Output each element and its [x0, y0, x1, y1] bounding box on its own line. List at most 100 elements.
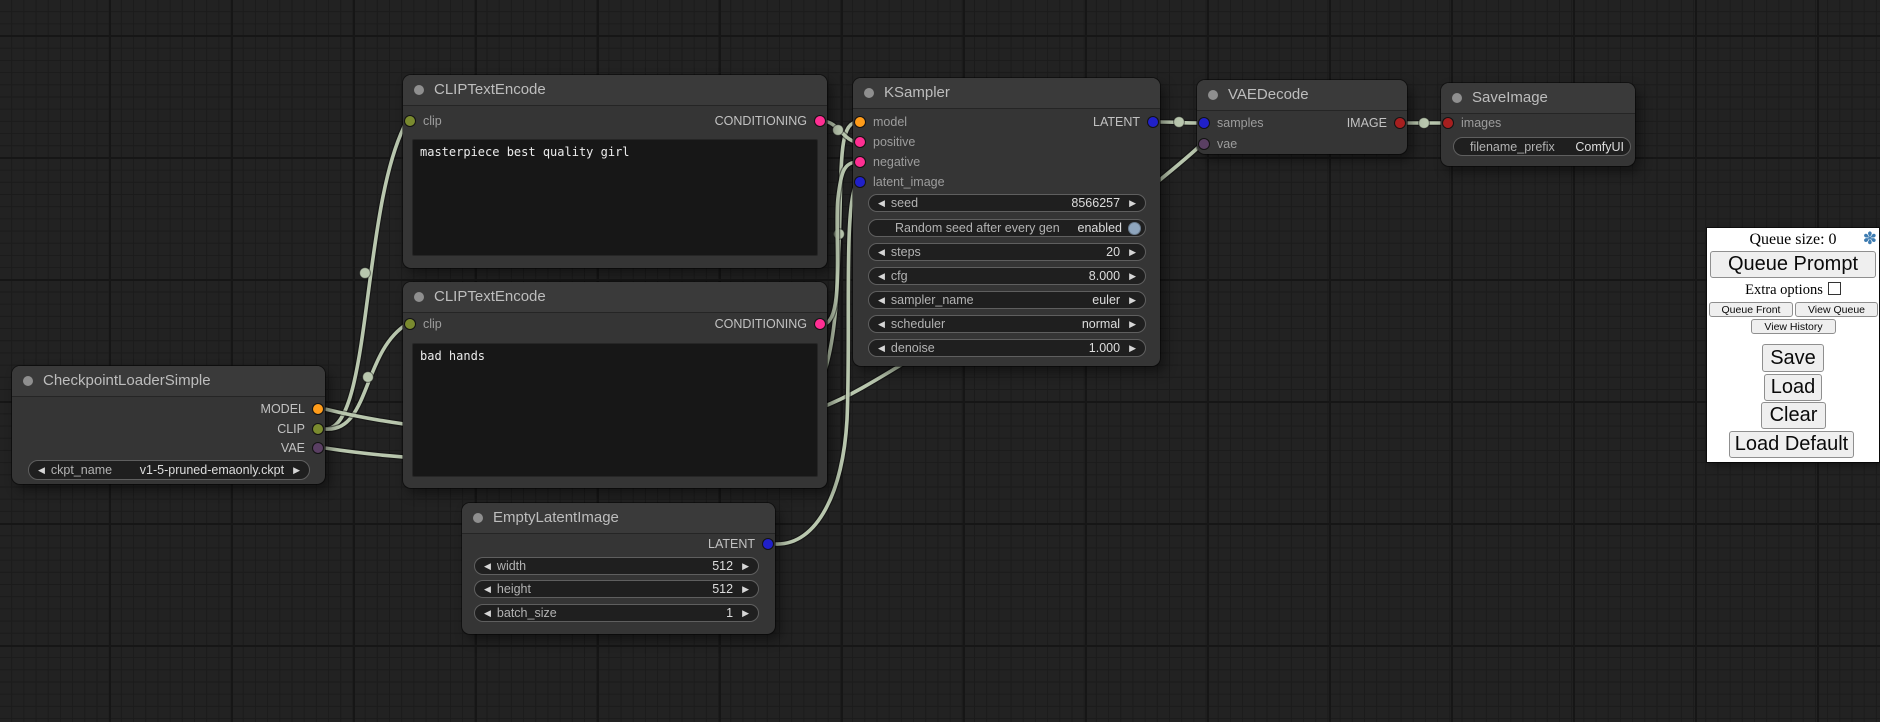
- node-ksampler[interactable]: KSamplermodelpositivenegativelatent_imag…: [853, 78, 1160, 366]
- input-port-label: model: [873, 115, 907, 129]
- input-port-clip: clip: [403, 113, 442, 129]
- node-header[interactable]: EmptyLatentImage: [462, 503, 775, 534]
- output-slot-dot-vae[interactable]: [313, 443, 323, 453]
- input-slot-dot-negative[interactable]: [855, 157, 865, 167]
- link-midpoint-dot[interactable]: [360, 268, 371, 279]
- increment-arrow-icon[interactable]: ▶: [739, 562, 752, 571]
- decrement-arrow-icon[interactable]: ◀: [875, 296, 888, 305]
- link-midpoint-dot[interactable]: [363, 372, 374, 383]
- input-slot-dot-latent_image[interactable]: [855, 177, 865, 187]
- increment-arrow-icon[interactable]: ▶: [290, 466, 303, 475]
- load-default-button[interactable]: Load Default: [1729, 431, 1854, 458]
- output-slot-dot-conditioning[interactable]: [815, 319, 825, 329]
- widget-seed[interactable]: ◀seed8566257▶: [868, 194, 1146, 212]
- node-title: CheckpointLoaderSimple: [43, 366, 211, 396]
- link-midpoint-dot[interactable]: [1419, 118, 1430, 129]
- input-slot-dot-positive[interactable]: [855, 137, 865, 147]
- output-slot-dot-latent[interactable]: [1148, 117, 1158, 127]
- widget-ckpt_name[interactable]: ◀ckpt_namev1-5-pruned-emaonly.ckpt▶: [28, 460, 310, 480]
- collapse-dot-icon[interactable]: [864, 88, 874, 98]
- collapse-dot-icon[interactable]: [414, 85, 424, 95]
- output-slot-dot-image[interactable]: [1395, 118, 1405, 128]
- widget-filename_prefix[interactable]: filename_prefixComfyUI: [1453, 137, 1631, 156]
- input-slot-dot-images[interactable]: [1443, 118, 1453, 128]
- node-save-image[interactable]: SaveImageimagesfilename_prefixComfyUI: [1441, 83, 1635, 166]
- input-port-label: latent_image: [873, 175, 945, 189]
- save-button[interactable]: Save: [1762, 344, 1824, 372]
- output-slot-dot-conditioning[interactable]: [815, 116, 825, 126]
- load-button[interactable]: Load: [1764, 374, 1822, 401]
- collapse-dot-icon[interactable]: [1452, 93, 1462, 103]
- node-header[interactable]: CLIPTextEncode: [403, 75, 827, 106]
- queue-front-button[interactable]: Queue Front: [1709, 302, 1793, 317]
- widget-scheduler[interactable]: ◀schedulernormal▶: [868, 315, 1146, 333]
- widget-denoise[interactable]: ◀denoise1.000▶: [868, 339, 1146, 357]
- decrement-arrow-icon[interactable]: ◀: [875, 344, 888, 353]
- output-port-image: IMAGE: [1347, 115, 1407, 131]
- settings-gear-icon[interactable]: ✽: [1863, 229, 1877, 249]
- increment-arrow-icon[interactable]: ▶: [1126, 248, 1139, 257]
- node-clip-text-encode-negative[interactable]: CLIPTextEncodeclipCONDITIONING: [403, 282, 827, 488]
- widget-width[interactable]: ◀width512▶: [474, 557, 759, 575]
- widget-value: 512: [712, 582, 733, 596]
- widget-value: ComfyUI: [1575, 140, 1624, 154]
- decrement-arrow-icon[interactable]: ◀: [875, 272, 888, 281]
- decrement-arrow-icon[interactable]: ◀: [875, 199, 888, 208]
- widget-batch_size[interactable]: ◀batch_size1▶: [474, 604, 759, 622]
- input-slot-dot-clip[interactable]: [405, 116, 415, 126]
- node-clip-text-encode-positive[interactable]: CLIPTextEncodeclipCONDITIONING: [403, 75, 827, 268]
- widget-value: 512: [712, 559, 733, 573]
- extra-options-checkbox[interactable]: [1828, 282, 1841, 295]
- view-history-button[interactable]: View History: [1751, 319, 1836, 334]
- increment-arrow-icon[interactable]: ▶: [739, 585, 752, 594]
- toggle-on-circle[interactable]: [1128, 222, 1141, 235]
- widget-label: seed: [891, 196, 918, 210]
- collapse-dot-icon[interactable]: [23, 376, 33, 386]
- graph-canvas[interactable]: CheckpointLoaderSimpleMODELCLIPVAE◀ckpt_…: [0, 0, 1880, 722]
- widget-sampler_name[interactable]: ◀sampler_nameeuler▶: [868, 291, 1146, 309]
- decrement-arrow-icon[interactable]: ◀: [481, 562, 494, 571]
- increment-arrow-icon[interactable]: ▶: [1126, 199, 1139, 208]
- output-slot-dot-latent[interactable]: [763, 539, 773, 549]
- widget-random-seed-after-every-gen[interactable]: Random seed after every genenabled: [868, 219, 1146, 237]
- node-header[interactable]: CLIPTextEncode: [403, 282, 827, 313]
- decrement-arrow-icon[interactable]: ◀: [481, 585, 494, 594]
- input-slot-dot-samples[interactable]: [1199, 118, 1209, 128]
- input-slot-dot-model[interactable]: [855, 117, 865, 127]
- node-header[interactable]: KSampler: [853, 78, 1160, 109]
- increment-arrow-icon[interactable]: ▶: [1126, 344, 1139, 353]
- input-slot-dot-vae[interactable]: [1199, 139, 1209, 149]
- decrement-arrow-icon[interactable]: ◀: [35, 466, 48, 475]
- clear-button[interactable]: Clear: [1761, 402, 1826, 429]
- node-empty-latent-image[interactable]: EmptyLatentImageLATENT◀width512▶◀height5…: [462, 503, 775, 634]
- decrement-arrow-icon[interactable]: ◀: [875, 248, 888, 257]
- decrement-arrow-icon[interactable]: ◀: [481, 609, 494, 618]
- output-slot-dot-clip[interactable]: [313, 424, 323, 434]
- output-slot-dot-model[interactable]: [313, 404, 323, 414]
- collapse-dot-icon[interactable]: [1208, 90, 1218, 100]
- decrement-arrow-icon[interactable]: ◀: [875, 320, 888, 329]
- increment-arrow-icon[interactable]: ▶: [1126, 320, 1139, 329]
- widget-height[interactable]: ◀height512▶: [474, 580, 759, 598]
- node-header[interactable]: VAEDecode: [1197, 80, 1407, 111]
- input-slot-dot-clip[interactable]: [405, 319, 415, 329]
- widget-label: sampler_name: [891, 293, 974, 307]
- increment-arrow-icon[interactable]: ▶: [1126, 272, 1139, 281]
- node-header[interactable]: CheckpointLoaderSimple: [12, 366, 325, 397]
- node-title: EmptyLatentImage: [493, 503, 619, 533]
- prompt-textarea[interactable]: [412, 139, 818, 256]
- node-checkpoint-loader[interactable]: CheckpointLoaderSimpleMODELCLIPVAE◀ckpt_…: [12, 366, 325, 484]
- collapse-dot-icon[interactable]: [414, 292, 424, 302]
- collapse-dot-icon[interactable]: [473, 513, 483, 523]
- increment-arrow-icon[interactable]: ▶: [1126, 296, 1139, 305]
- widget-steps[interactable]: ◀steps20▶: [868, 243, 1146, 261]
- widget-cfg[interactable]: ◀cfg8.000▶: [868, 267, 1146, 285]
- link-midpoint-dot[interactable]: [833, 125, 844, 136]
- prompt-textarea[interactable]: [412, 343, 818, 477]
- increment-arrow-icon[interactable]: ▶: [739, 609, 752, 618]
- link-midpoint-dot[interactable]: [1174, 117, 1185, 128]
- queue-prompt-button[interactable]: Queue Prompt: [1710, 251, 1876, 278]
- node-vae-decode[interactable]: VAEDecodesamplesvaeIMAGE: [1197, 80, 1407, 154]
- view-queue-button[interactable]: View Queue: [1795, 302, 1878, 317]
- node-header[interactable]: SaveImage: [1441, 83, 1635, 114]
